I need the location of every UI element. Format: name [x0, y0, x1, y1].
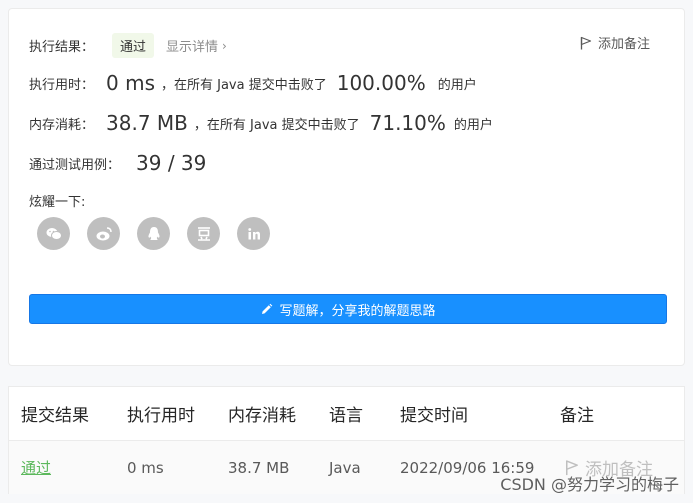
write-solution-button[interactable]: 写题解，分享我的解题思路: [29, 294, 667, 324]
wechat-icon[interactable]: [37, 217, 70, 250]
table-header: 提交结果 执行用时 内存消耗 语言 提交时间 备注: [9, 387, 684, 441]
header-result: 提交结果: [21, 406, 89, 426]
linkedin-icon[interactable]: [237, 217, 270, 250]
runtime-row: 执行用时： 0 ms ，在所有 Java 提交中击败了 100.00% 的用户: [29, 71, 477, 95]
show-details-label: 显示详情: [166, 40, 219, 55]
row-runtime: 0 ms: [127, 458, 164, 477]
flag-icon: [580, 36, 592, 49]
result-label: 执行结果：: [29, 40, 95, 55]
pencil-icon: [262, 303, 273, 314]
share-icons: [37, 217, 287, 250]
header-submit-time: 提交时间: [400, 406, 468, 426]
result-card: 执行结果： 通过 显示详情 › 添加备注 执行用时： 0 ms ，在所有 Jav…: [8, 8, 685, 366]
header-language: 语言: [329, 406, 363, 426]
runtime-suffix: 的用户: [437, 77, 477, 93]
qq-icon[interactable]: [137, 217, 170, 250]
runtime-percent: 100.00%: [336, 71, 426, 95]
memory-row: 内存消耗： 38.7 MB ，在所有 Java 提交中击败了 71.10% 的用…: [29, 111, 493, 135]
header-runtime: 执行用时: [127, 406, 195, 426]
weibo-icon[interactable]: [87, 217, 120, 250]
add-note-label: 添加备注: [597, 37, 650, 52]
runtime-value: 0 ms: [106, 71, 155, 95]
row-result-link[interactable]: 通过: [21, 441, 51, 494]
memory-value: 38.7 MB: [106, 111, 188, 135]
share-row: 炫耀一下:: [29, 191, 85, 210]
tests-value: 39 / 39: [136, 151, 207, 175]
memory-middle-text: ，在所有 Java 提交中击败了: [193, 117, 360, 133]
runtime-middle-text: ，在所有 Java 提交中击败了: [161, 77, 327, 93]
row-memory: 38.7 MB: [228, 458, 290, 477]
runtime-label: 执行用时：: [29, 77, 95, 93]
memory-suffix: 的用户: [453, 117, 493, 133]
header-note: 备注: [560, 406, 594, 426]
tests-label: 通过测试用例：: [29, 157, 121, 173]
memory-percent: 71.10%: [369, 111, 446, 135]
status-badge: 通过: [112, 33, 155, 58]
share-label: 炫耀一下:: [29, 195, 86, 210]
watermark: CSDN @努力学习的梅子: [500, 475, 679, 494]
show-details-link[interactable]: 显示详情 ›: [166, 36, 227, 56]
memory-label: 内存消耗：: [29, 117, 95, 133]
douban-icon[interactable]: [187, 217, 220, 250]
result-row: 执行结果： 通过 显示详情 ›: [29, 33, 227, 58]
add-note-button[interactable]: 添加备注: [580, 33, 650, 52]
row-language: Java: [329, 458, 361, 477]
chevron-right-icon: ›: [222, 38, 227, 53]
write-solution-label: 写题解，分享我的解题思路: [279, 303, 436, 319]
tests-row: 通过测试用例： 39 / 39: [29, 151, 206, 175]
header-memory: 内存消耗: [228, 406, 296, 426]
